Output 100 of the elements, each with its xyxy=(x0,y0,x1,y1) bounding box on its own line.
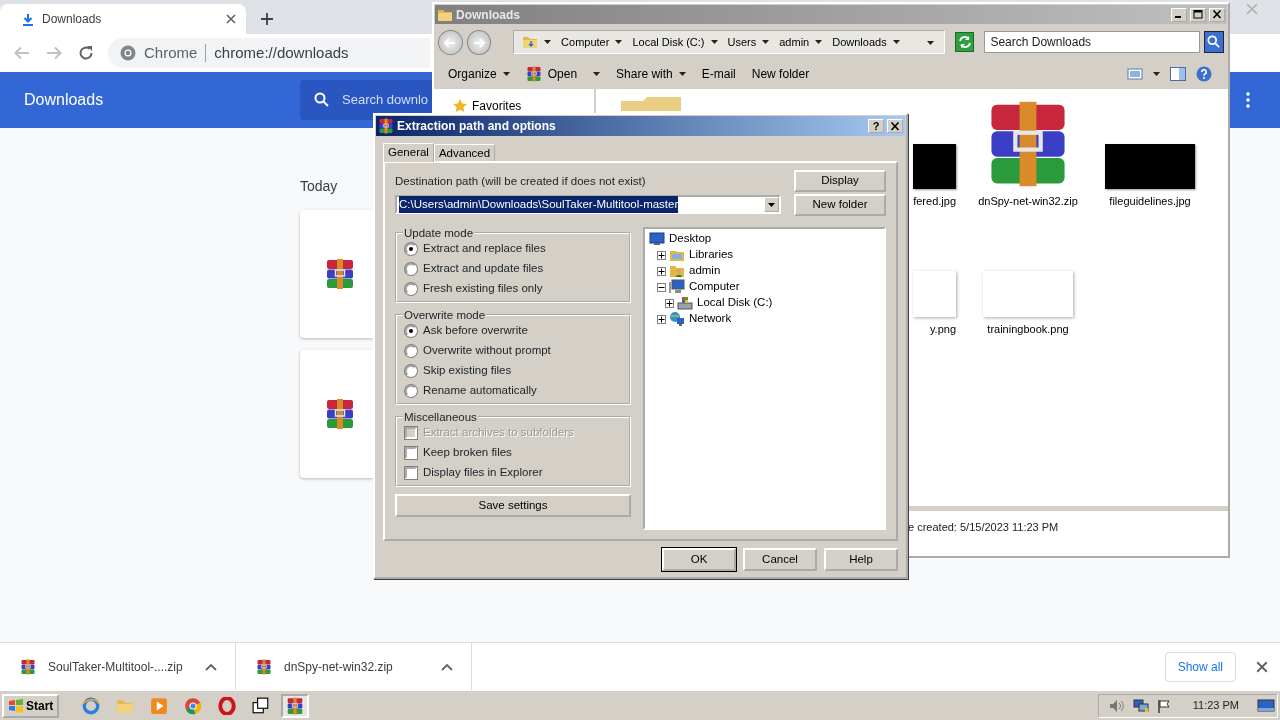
plus-icon[interactable] xyxy=(260,12,274,26)
browser-tab[interactable]: Downloads xyxy=(0,4,246,34)
close-button[interactable] xyxy=(887,119,903,133)
minimize-button[interactable] xyxy=(1171,7,1187,22)
radio-button[interactable] xyxy=(405,325,417,337)
radio-button[interactable] xyxy=(405,243,417,255)
image-thumbnail[interactable] xyxy=(913,144,956,189)
refresh-button[interactable] xyxy=(954,32,975,52)
dropdown-button[interactable] xyxy=(764,197,779,213)
network-icon xyxy=(669,311,685,327)
image-thumbnail[interactable] xyxy=(983,271,1073,317)
tree-item[interactable]: Libraries xyxy=(688,246,735,264)
checkbox[interactable] xyxy=(405,467,417,479)
save-settings-button[interactable]: Save settings xyxy=(395,494,631,517)
file-name[interactable]: dnSpy-net-win32.zip xyxy=(978,194,1078,208)
file-name[interactable]: fered.jpg xyxy=(913,194,956,208)
toolbar-button[interactable]: Share with xyxy=(608,62,694,86)
back-button[interactable] xyxy=(438,29,463,55)
favorites-item[interactable]: Favorites xyxy=(452,97,522,115)
file-name[interactable]: trainingbook.png xyxy=(987,322,1069,336)
breadcrumb-item[interactable]: admin xyxy=(775,33,827,51)
address-bar[interactable]: Computer Local Disk (C:) Users admin Downloads xyxy=(513,30,945,54)
file-name[interactable]: dnSpy-net-win32.zip xyxy=(284,657,429,676)
breadcrumb-item[interactable]: Downloads xyxy=(828,33,904,51)
file-name[interactable]: SoulTaker-Multitool-....zip xyxy=(48,657,193,676)
option-label[interactable]: Rename automatically xyxy=(423,382,537,400)
toolbar-button[interactable]: Open xyxy=(517,62,586,86)
file-name[interactable]: fileguidelines.jpg xyxy=(1109,194,1191,208)
search-button[interactable] xyxy=(1204,31,1224,53)
help-button[interactable]: ? xyxy=(868,119,884,133)
breadcrumb-item[interactable]: Users xyxy=(723,33,774,51)
search-field[interactable]: Search downlo xyxy=(300,80,432,120)
radio-button[interactable] xyxy=(405,365,417,377)
breadcrumb-item[interactable]: Local Disk (C:) xyxy=(628,33,722,51)
tree-item[interactable]: admin xyxy=(688,262,722,280)
help-icon[interactable] xyxy=(1196,66,1212,82)
tree-item[interactable]: Computer xyxy=(688,278,741,296)
tree-item[interactable]: Network xyxy=(688,310,733,328)
show-all-button[interactable]: Show all xyxy=(1164,651,1236,682)
toolbar-button[interactable]: New folder xyxy=(743,62,818,86)
image-thumbnail[interactable] xyxy=(1105,144,1195,189)
radio-button[interactable] xyxy=(405,345,417,357)
expand-toggle[interactable] xyxy=(657,314,666,324)
close-button[interactable] xyxy=(1209,7,1225,22)
option-label[interactable]: Keep broken files xyxy=(423,444,512,462)
flag-icon[interactable] xyxy=(1156,698,1171,713)
maximize-button[interactable] xyxy=(1190,7,1206,22)
show-desktop-icon[interactable] xyxy=(1257,698,1275,713)
dialog-button[interactable]: Cancel xyxy=(743,548,817,571)
path-combobox[interactable]: C:\Users\admin\Downloads\SoulTaker-Multitool-master xyxy=(395,195,781,215)
forward-button[interactable] xyxy=(466,29,492,55)
dialog-button[interactable]: Help xyxy=(824,548,898,571)
tree-item[interactable]: Desktop xyxy=(668,230,713,248)
option-label[interactable]: Skip existing files xyxy=(423,362,512,380)
plus-icon xyxy=(658,267,665,275)
radio-button[interactable] xyxy=(405,385,417,397)
dialog-button[interactable]: New folder xyxy=(794,194,886,216)
option-label[interactable]: Display files in Explorer xyxy=(423,464,543,482)
radio-button[interactable] xyxy=(405,283,417,295)
toolbar-button[interactable]: Organize xyxy=(440,62,518,86)
close-icon xyxy=(890,121,900,131)
expand-toggle[interactable] xyxy=(657,282,666,292)
dialog-button[interactable]: OK xyxy=(662,548,736,571)
file-name[interactable]: y.png xyxy=(929,322,956,336)
checkbox[interactable] xyxy=(405,447,417,459)
plus-icon xyxy=(658,251,665,259)
option-label[interactable]: Extract and replace files xyxy=(423,240,546,258)
chevron-icon[interactable] xyxy=(441,662,453,671)
tree-item[interactable]: Local Disk (C:) xyxy=(696,294,774,312)
option-label[interactable]: Ask before overwrite xyxy=(423,322,528,340)
option-label[interactable]: Fresh existing files only xyxy=(423,280,543,298)
back-icon xyxy=(444,37,457,48)
plus-icon xyxy=(658,315,665,323)
speaker-icon[interactable] xyxy=(1108,698,1125,713)
expand-toggle[interactable] xyxy=(657,266,666,276)
expand-toggle[interactable] xyxy=(665,298,674,308)
option-label[interactable]: Overwrite without prompt xyxy=(423,342,551,360)
archive-icon xyxy=(286,696,305,715)
reload-icon[interactable] xyxy=(78,45,94,61)
preview-pane-icon[interactable] xyxy=(1170,67,1186,81)
menu-icon[interactable] xyxy=(1246,92,1250,108)
search-field[interactable]: Search Downloads xyxy=(984,31,1201,53)
expand-toggle[interactable] xyxy=(657,250,666,260)
toolbar-button[interactable]: E-mail xyxy=(693,62,744,86)
tab[interactable]: General xyxy=(383,143,434,162)
close-icon[interactable] xyxy=(1256,660,1268,673)
network-icon[interactable] xyxy=(1132,698,1149,713)
radio-button[interactable] xyxy=(405,263,417,275)
caret-icon xyxy=(544,40,552,44)
close-icon[interactable] xyxy=(226,14,236,24)
selected-text[interactable]: C:\Users\admin\Downloads\SoulTaker-Multitool-master xyxy=(399,196,679,214)
taskbar-button[interactable] xyxy=(281,693,310,718)
chevron-icon[interactable] xyxy=(205,662,217,671)
start-button[interactable]: Start xyxy=(2,693,60,718)
tab[interactable]: Advanced xyxy=(433,144,496,161)
breadcrumb-item[interactable]: Computer xyxy=(557,33,627,51)
address-bar[interactable]: Chrome chrome://downloads xyxy=(108,38,430,68)
dialog-button[interactable]: Display xyxy=(794,170,886,192)
option-label[interactable]: Extract and update files xyxy=(423,260,544,278)
image-thumbnail[interactable] xyxy=(913,271,956,317)
